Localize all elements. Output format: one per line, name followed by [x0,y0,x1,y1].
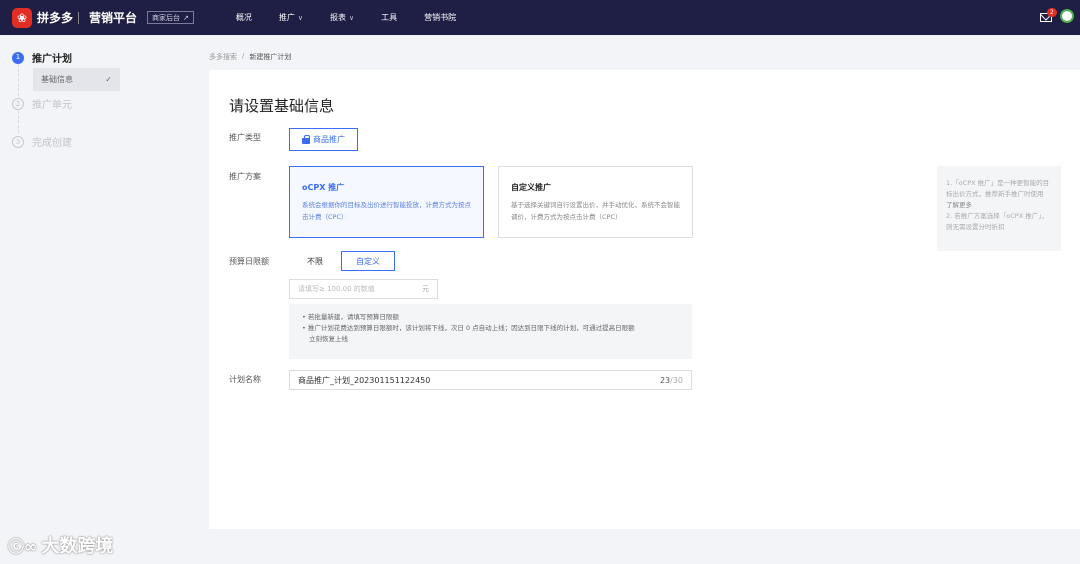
step-label: 推广计划 [32,54,72,65]
top-right-actions: 2 [1040,8,1074,23]
watermark-logo-icon: ⓒ∞ [8,537,38,556]
merchant-backend-button[interactable]: 商家后台 ↗ [147,11,194,24]
hint-line-2: 2. 若推广方案选择「oCPX 推广」，则无需设置分时折扣 [946,212,1048,231]
logo-divider [78,11,80,24]
breadcrumb-separator: / [242,52,245,60]
plan-name-label: 计划名称 [229,375,261,384]
top-navigation-bar: ❀ 拼多多 营销平台 商家后台 ↗ 概况 推广 ∨ 报表 ∨ 工具 营销书院 2 [0,0,1080,35]
step-promotion-plan[interactable]: 1 推广计划 [12,50,72,65]
step-number: 2 [12,97,24,110]
budget-amount-placeholder: 请填写≥ 100.00 的数值 [298,285,375,293]
main-nav: 概况 推广 ∨ 报表 ∨ 工具 营销书院 [236,12,483,23]
nav-item-label: 概况 [235,13,252,22]
hint-line-1: 1.「oCPX 推广」是一种更智能的目标出价方式，推荐新手推广时使用 [946,179,1050,198]
ocpx-plan-card[interactable]: oCPX 推广 系统会根据你的目标及出价进行智能投放，计费方式为按点击计费（CP… [289,166,484,238]
breadcrumb-current: 新建推广计划 [249,53,292,61]
tip-line: • 推广计划花费达到预算日限额时，该计划将下线，次日 0 点自动上线；因达到日限… [302,324,635,332]
char-count: 23 [659,375,671,385]
nav-item-promotion[interactable]: 推广 ∨ [279,12,303,23]
check-icon: ✓ [105,75,112,84]
substep-basic-info[interactable]: 基础信息 ✓ [33,68,120,91]
tip-line: 立刻恢复上线 [309,335,348,343]
substep-label: 基础信息 [41,75,73,84]
step-label: 完成创建 [32,138,72,149]
user-avatar[interactable] [1060,9,1074,23]
product-promotion-button[interactable]: 商品推广 [289,128,358,151]
learn-more-link[interactable]: 了解更多 [946,201,972,209]
shopping-bag-icon [302,134,310,144]
breadcrumb: 多多搜索 / 新建推广计划 [209,52,291,62]
nav-item-academy[interactable]: 营销书院 [424,12,456,23]
chevron-down-icon: ∨ [297,13,304,22]
plan-name-value: 商品推广_计划_202301151122450 [298,375,431,385]
platform-name[interactable]: 营销平台 [89,9,137,26]
nav-item-reports[interactable]: 报表 ∨ [330,12,354,23]
step-promotion-unit[interactable]: 2 推广单元 [12,96,72,111]
plan-hint-box: 1.「oCPX 推广」是一种更智能的目标出价方式，推荐新手推广时使用 了解更多 … [937,166,1061,251]
plan-card-description: 基于选择关键词自行设置出价，并手动优化，系统不会智能调价，计费方式为按点击计费（… [511,201,680,221]
merchant-backend-label: 商家后台 [152,13,181,22]
message-count-badge: 2 [1047,8,1057,17]
step-connector [18,111,19,133]
nav-item-label: 报表 [330,13,347,22]
step-complete[interactable]: 3 完成创建 [12,134,72,149]
tip-line: • 若批量新建，请填写预算日限额 [302,313,399,321]
budget-unlimited-option[interactable]: 不限 [289,251,341,271]
char-counter: 23/30 [660,376,683,385]
external-link-icon: ↗ [183,13,189,22]
plan-card-title: oCPX 推广 [302,183,345,192]
step-connector [18,64,19,96]
plan-card-description: 系统会根据你的目标及出价进行智能投放，计费方式为按点击计费（CPC） [302,201,471,221]
promotion-plan-label: 推广方案 [229,172,261,181]
main-form-panel: 请设置基础信息 推广类型 商品推广 推广方案 oCPX 推广 系统会根据你的目标… [209,70,1080,529]
logo-text[interactable]: 拼多多 [37,9,73,26]
nav-item-tools[interactable]: 工具 [381,12,397,23]
daily-budget-label: 预算日限额 [229,257,269,266]
chevron-down-icon: ∨ [349,13,355,22]
nav-item-label: 推广 [278,13,295,22]
watermark-text: 大数跨境 [41,536,114,557]
plan-card-title: 自定义推广 [511,183,551,192]
pinduoduo-logo-icon[interactable]: ❀ [12,7,32,28]
custom-plan-card[interactable]: 自定义推广 基于选择关键词自行设置出价，并手动优化，系统不会智能调价，计费方式为… [498,166,693,238]
step-number: 3 [12,135,24,148]
budget-tips: • 若批量新建，请填写预算日限额 • 推广计划花费达到预算日限额时，该计划将下线… [289,304,692,359]
nav-item-overview[interactable]: 概况 [236,12,252,23]
breadcrumb-search[interactable]: 多多搜索 [209,52,237,62]
nav-item-label: 营销书院 [424,13,457,22]
step-number: 1 [12,51,24,64]
char-max: /30 [670,375,683,385]
currency-unit: 元 [422,285,429,293]
watermark: ⓒ∞ 大数跨境 [8,532,113,558]
plan-name-input[interactable]: 商品推广_计划_202301151122450 23/30 [289,370,692,390]
budget-option-group: 不限 自定义 [289,251,395,271]
product-promotion-label: 商品推广 [313,135,345,144]
messages-button[interactable]: 2 [1040,8,1057,22]
page-title: 请设置基础信息 [229,97,335,115]
budget-custom-option[interactable]: 自定义 [341,251,395,271]
promotion-type-label: 推广类型 [229,133,261,142]
nav-item-label: 工具 [381,13,398,22]
budget-amount-input[interactable]: 请填写≥ 100.00 的数值 元 [289,279,438,299]
step-label: 推广单元 [32,100,72,111]
step-sidebar: 1 推广计划 基础信息 ✓ 2 推广单元 3 完成创建 [0,35,200,564]
